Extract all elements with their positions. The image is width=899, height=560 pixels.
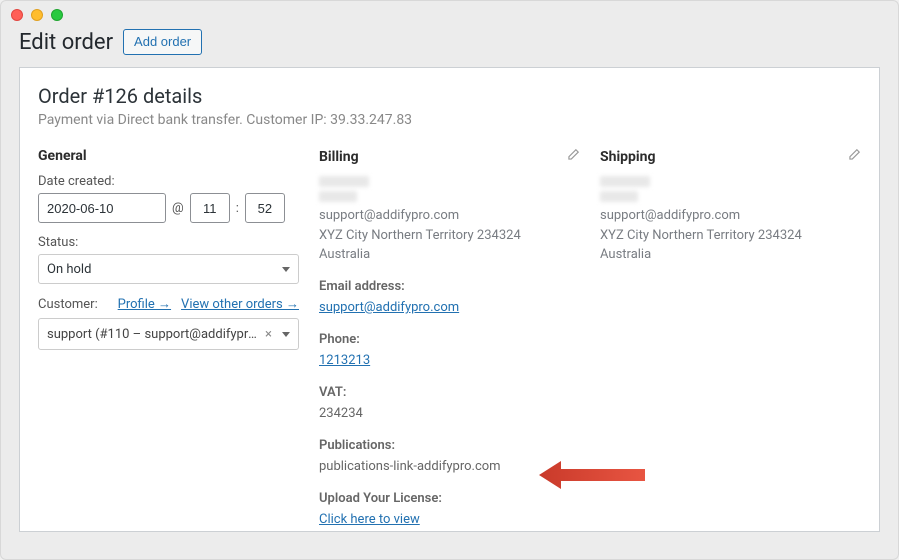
billing-addr-line3: Australia xyxy=(319,245,580,265)
general-heading: General xyxy=(38,148,299,164)
order-details-panel: Order #126 details Payment via Direct ba… xyxy=(19,67,880,532)
customer-label: Customer: xyxy=(38,297,98,312)
billing-vat-label: VAT: xyxy=(319,383,580,403)
order-title: Order #126 details xyxy=(38,84,861,108)
billing-heading: Billing xyxy=(319,149,359,165)
billing-email-label: Email address: xyxy=(319,277,580,297)
general-column: General Date created: @ : Status: On hol… xyxy=(38,148,299,530)
close-window-button[interactable] xyxy=(11,9,23,21)
billing-phone-link[interactable]: 1213213 xyxy=(319,353,370,368)
shipping-addr-line2: XYZ City Northern Territory 234324 xyxy=(600,226,861,246)
customer-select[interactable]: support (#110 – support@addifypro.c… × xyxy=(38,318,299,350)
shipping-email-line: support@addifypro.com xyxy=(600,206,861,226)
billing-addr-line2: XYZ City Northern Territory 234324 xyxy=(319,226,580,246)
view-other-orders-link[interactable]: View other orders → xyxy=(181,296,299,312)
billing-publications-label: Publications: xyxy=(319,436,580,456)
status-value: On hold xyxy=(47,262,91,277)
billing-phone-label: Phone: xyxy=(319,330,580,350)
at-separator: @ xyxy=(172,201,184,216)
hour-input[interactable] xyxy=(190,193,230,223)
clear-customer-icon[interactable]: × xyxy=(265,327,272,342)
add-order-button[interactable]: Add order xyxy=(123,29,202,55)
billing-vat-value: 234234 xyxy=(319,404,580,424)
page-title: Edit order xyxy=(19,30,113,55)
billing-upload-link[interactable]: Click here to view xyxy=(319,512,420,527)
window-titlebar xyxy=(1,1,898,29)
date-created-label: Date created: xyxy=(38,174,299,189)
billing-column: Billing support@addifypro.com XYZ City N… xyxy=(319,148,580,530)
minute-input[interactable] xyxy=(245,193,285,223)
profile-link[interactable]: Profile → xyxy=(118,296,171,312)
date-created-input[interactable] xyxy=(38,193,166,223)
shipping-heading: Shipping xyxy=(600,149,655,165)
customer-value: support (#110 – support@addifypro.c… xyxy=(47,327,259,342)
shipping-address: support@addifypro.com XYZ City Northern … xyxy=(600,176,861,265)
billing-address: support@addifypro.com XYZ City Northern … xyxy=(319,176,580,530)
billing-publications-value: publications-link-addifypro.com xyxy=(319,457,580,477)
status-label: Status: xyxy=(38,235,299,250)
edit-billing-icon[interactable] xyxy=(566,148,580,166)
shipping-addr-line3: Australia xyxy=(600,245,861,265)
shipping-column: Shipping support@addifypro.com XYZ City … xyxy=(600,148,861,530)
status-select[interactable]: On hold xyxy=(38,254,299,284)
minimize-window-button[interactable] xyxy=(31,9,43,21)
billing-upload-label: Upload Your License: xyxy=(319,489,580,509)
billing-email-link[interactable]: support@addifypro.com xyxy=(319,300,459,315)
maximize-window-button[interactable] xyxy=(51,9,63,21)
time-colon: : xyxy=(236,201,239,216)
edit-shipping-icon[interactable] xyxy=(847,148,861,166)
billing-email-line: support@addifypro.com xyxy=(319,206,580,226)
order-subtitle: Payment via Direct bank transfer. Custom… xyxy=(38,112,861,128)
